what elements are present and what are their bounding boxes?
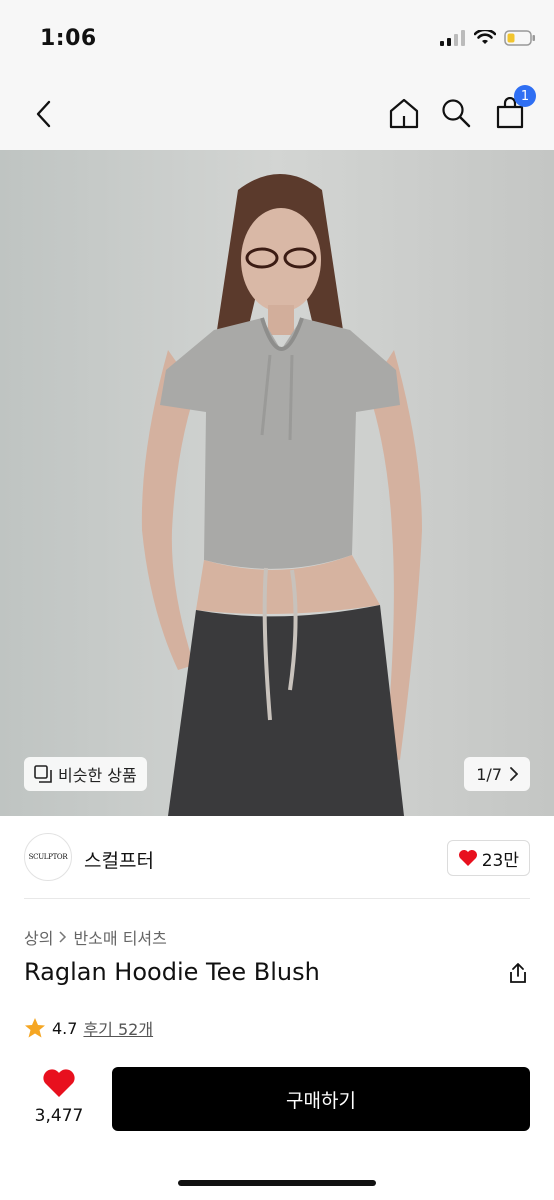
product-like-button[interactable]: 3,477	[28, 1068, 90, 1126]
rating-value: 4.7	[52, 1018, 78, 1038]
product-like-count: 3,477	[34, 1106, 84, 1126]
chevron-right-icon	[510, 767, 518, 781]
battery-icon	[504, 30, 535, 46]
reviews-link[interactable]: 후기 52개	[83, 1016, 153, 1040]
share-button[interactable]	[508, 962, 528, 988]
heart-icon	[43, 1069, 75, 1097]
divider	[24, 898, 530, 899]
breadcrumb: 상의 반소매 티셔츠	[24, 925, 167, 949]
product-image-gallery[interactable]: 비슷한 상품 1/7	[0, 150, 554, 816]
rating-row: 4.7 후기 52개	[24, 1016, 153, 1040]
home-icon	[389, 98, 419, 129]
similar-products-label: 비슷한 상품	[58, 766, 137, 785]
chevron-right-icon	[59, 931, 67, 943]
image-counter-text: 1/7	[476, 764, 502, 784]
breadcrumb-category[interactable]: 상의	[24, 925, 53, 949]
home-button[interactable]	[386, 95, 422, 131]
similar-products-button[interactable]: 비슷한 상품	[24, 757, 147, 791]
product-title: Raglan Hoodie Tee Blush	[24, 958, 320, 986]
heart-icon	[458, 850, 477, 866]
star-icon	[25, 1018, 45, 1038]
wifi-icon	[474, 30, 496, 44]
image-counter[interactable]: 1/7	[464, 757, 530, 791]
system-icons	[440, 30, 536, 46]
breadcrumb-subcategory[interactable]: 반소매 티셔츠	[73, 925, 166, 949]
brand-like-button[interactable]: 23만	[446, 840, 530, 876]
brand-like-count: 23만	[481, 850, 519, 871]
brand-logo-text: SCULPTOR	[28, 853, 68, 861]
product-photo	[0, 150, 554, 816]
brand-row[interactable]: SCULPTOR 스컬프터 23만	[0, 816, 554, 898]
status-time: 1:06	[40, 26, 97, 51]
back-button[interactable]	[26, 96, 62, 132]
brand-logo[interactable]: SCULPTOR	[24, 833, 72, 881]
buy-button[interactable]: 구매하기	[112, 1067, 530, 1131]
search-icon	[442, 99, 471, 128]
status-bar: 1:06	[0, 0, 554, 80]
cart-button[interactable]: 1	[492, 85, 536, 131]
home-indicator	[178, 1180, 376, 1186]
brand-name[interactable]: 스컬프터	[84, 846, 154, 873]
signal-icon	[440, 30, 465, 46]
top-nav-bar: 1	[0, 80, 554, 150]
copy-squares-icon	[34, 765, 52, 783]
chevron-left-icon	[36, 100, 51, 128]
search-button[interactable]	[438, 95, 474, 131]
share-icon	[510, 963, 526, 983]
cart-count-badge: 1	[514, 85, 536, 107]
